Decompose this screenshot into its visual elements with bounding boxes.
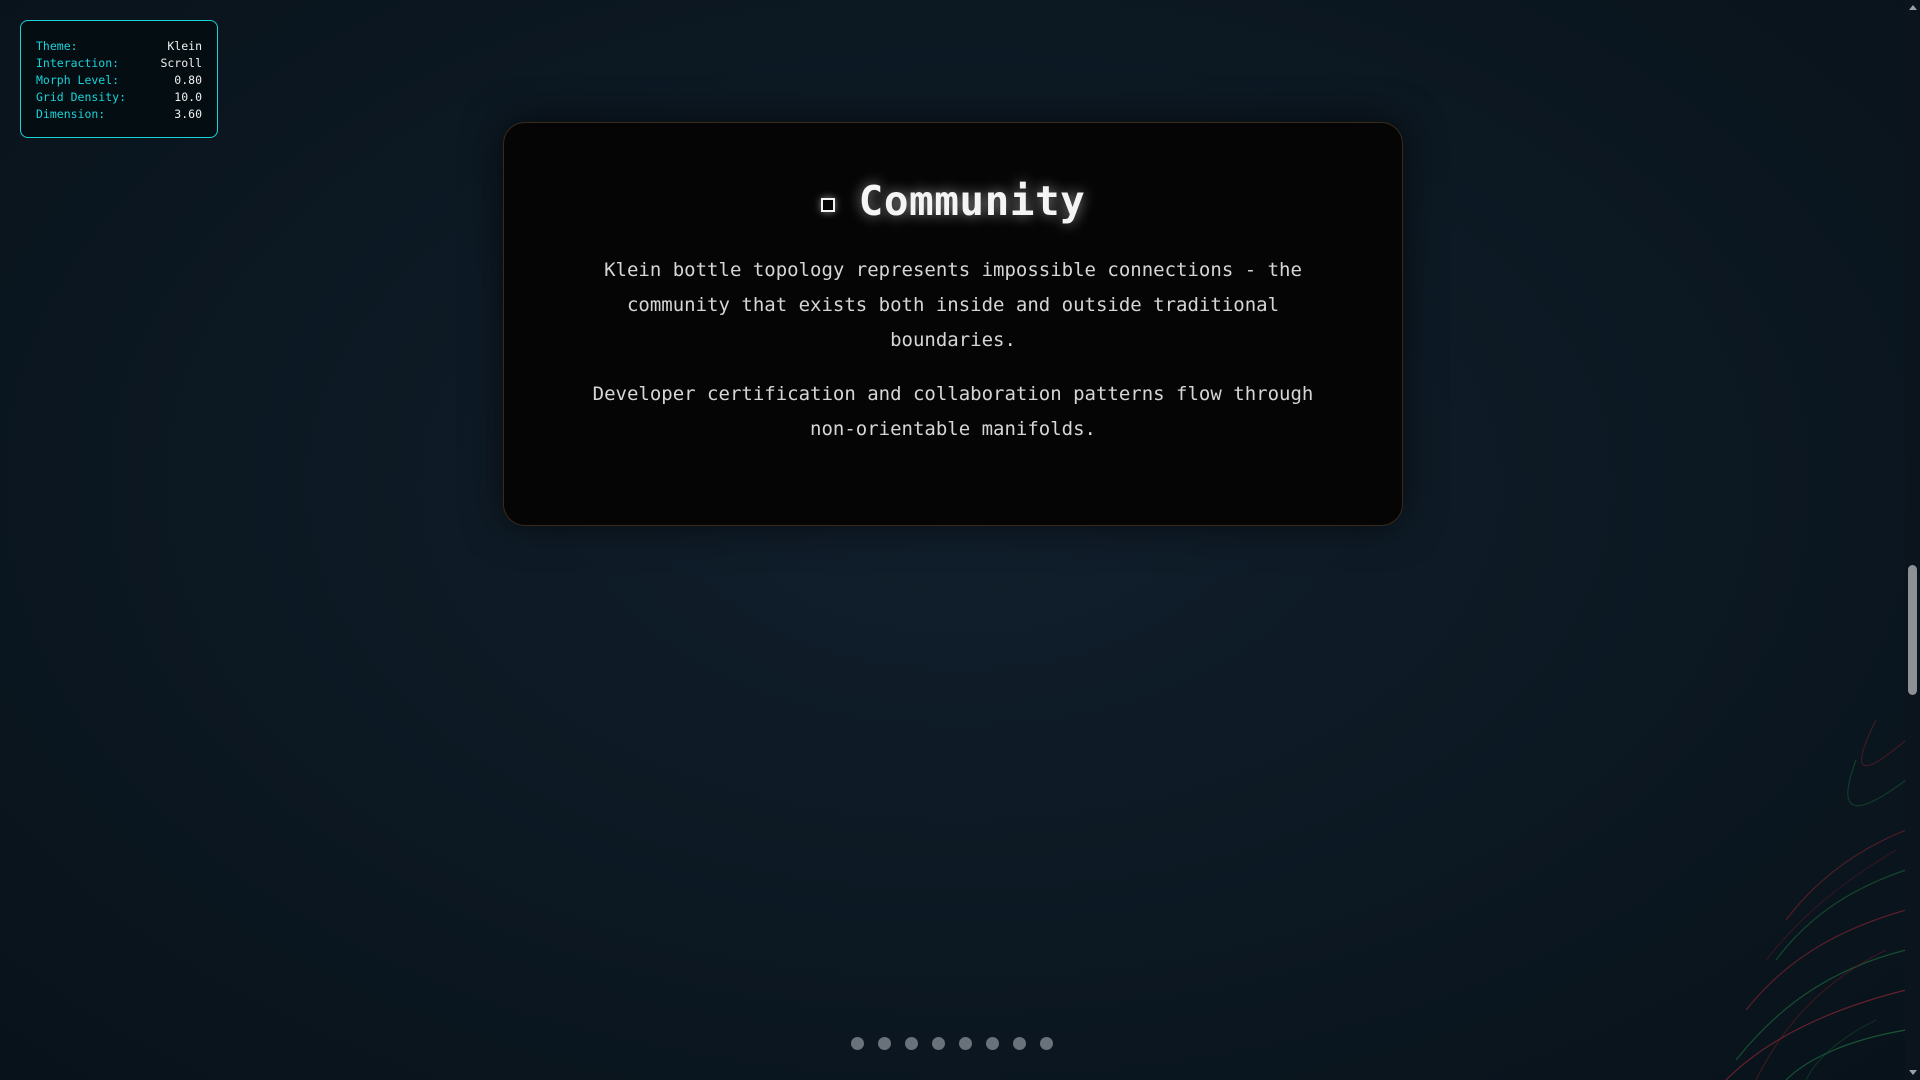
card-title: Community: [858, 177, 1086, 225]
card-heading: Community: [504, 177, 1402, 225]
param-row-morph: Morph Level: 0.80: [36, 72, 202, 89]
interaction-label: Interaction:: [36, 56, 120, 70]
pager-dot-2[interactable]: [878, 1037, 891, 1050]
pager-dot-7[interactable]: [1013, 1037, 1026, 1050]
parameter-panel: Theme: Klein Interaction: Scroll Morph L…: [20, 20, 218, 138]
param-row-theme: Theme: Klein: [36, 38, 202, 55]
theme-label: Theme:: [36, 39, 78, 53]
dimension-label: Dimension:: [36, 107, 106, 121]
decorative-streaks: [1725, 720, 1906, 1080]
scroll-down-arrow-icon[interactable]: [1909, 1070, 1917, 1075]
scroll-thumb[interactable]: [1908, 565, 1917, 695]
interaction-value: Scroll: [160, 56, 202, 70]
morph-level-label: Morph Level:: [36, 73, 120, 87]
theme-value: Klein: [167, 39, 202, 53]
square-icon: [820, 198, 835, 212]
dimension-value: 3.60: [174, 107, 202, 121]
pager-dot-4[interactable]: [932, 1037, 945, 1050]
param-row-grid: Grid Density: 10.0: [36, 89, 202, 106]
pager-dot-1[interactable]: [851, 1037, 864, 1050]
pager-dot-8[interactable]: [1040, 1037, 1053, 1050]
card-body: Klein bottle topology represents impossi…: [574, 253, 1332, 466]
pager-dot-6[interactable]: [986, 1037, 999, 1050]
grid-density-value: 10.0: [174, 90, 202, 104]
content-card: Community Klein bottle topology represen…: [503, 122, 1403, 526]
morph-level-value: 0.80: [174, 73, 202, 87]
section-pager: [851, 1037, 1053, 1050]
card-paragraph-2: Developer certification and collaboratio…: [592, 383, 1314, 440]
pager-dot-5[interactable]: [959, 1037, 972, 1050]
grid-density-label: Grid Density:: [36, 90, 127, 104]
card-paragraph-1: Klein bottle topology represents impossi…: [604, 259, 1302, 351]
vertical-scrollbar[interactable]: [1905, 0, 1920, 1080]
param-row-interaction: Interaction: Scroll: [36, 55, 202, 72]
pager-dot-3[interactable]: [905, 1037, 918, 1050]
scroll-up-arrow-icon[interactable]: [1909, 5, 1917, 10]
param-row-dimension: Dimension: 3.60: [36, 106, 202, 123]
